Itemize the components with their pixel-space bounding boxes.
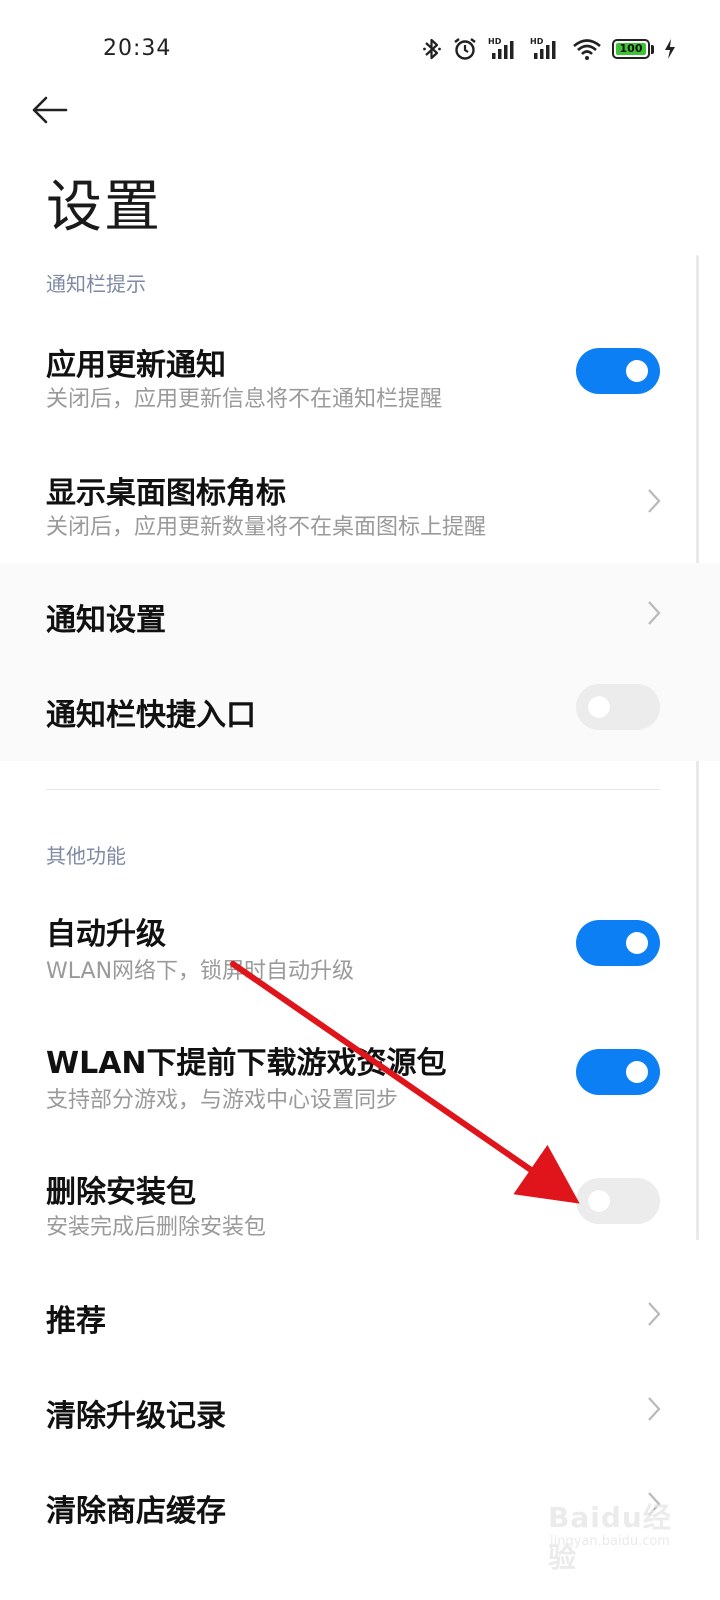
battery-icon: 100 (612, 39, 654, 59)
row-title: 删除安装包 (46, 1175, 196, 1210)
section-header-notification: 通知栏提示 (46, 272, 146, 296)
battery-level: 100 (619, 42, 643, 55)
toggle-auto-upgrade[interactable] (576, 920, 660, 966)
toggle-wlan-predownload[interactable] (576, 1049, 660, 1095)
row-recommend[interactable]: 推荐 (0, 1266, 720, 1361)
status-bar: 20:34 HD HD 100 (0, 0, 720, 96)
row-title: 通知设置 (46, 603, 166, 638)
alarm-icon (452, 36, 478, 62)
row-wlan-predownload[interactable]: WLAN下提前下载游戏资源包 支持部分游戏，与游戏中心设置同步 (0, 1022, 720, 1137)
hd-signal-icon: HD (488, 36, 520, 62)
svg-text:HD: HD (530, 37, 544, 46)
back-button[interactable] (26, 88, 74, 132)
section-divider (46, 789, 660, 790)
svg-text:HD: HD (488, 37, 502, 46)
row-title: 自动升级 (46, 917, 166, 952)
charging-icon (664, 38, 676, 60)
row-title: 应用更新通知 (46, 348, 226, 383)
row-subtitle: 关闭后，应用更新信息将不在通知栏提醒 (46, 387, 443, 412)
section-header-other: 其他功能 (46, 844, 126, 868)
wifi-icon (572, 37, 602, 61)
back-arrow-icon (32, 96, 68, 124)
row-notify-shortcut[interactable]: 通知栏快捷入口 (0, 663, 720, 761)
row-subtitle: WLAN网络下，锁屏时自动升级 (46, 959, 355, 984)
chevron-right-icon (648, 489, 661, 513)
toggle-knob (588, 1190, 610, 1212)
status-time: 20:34 (103, 36, 172, 61)
chevron-right-icon (648, 601, 661, 625)
watermark-url: jingyan.baidu.com (550, 1534, 670, 1549)
toggle-knob (626, 932, 648, 954)
row-auto-upgrade[interactable]: 自动升级 WLAN网络下，锁屏时自动升级 (0, 893, 720, 1008)
row-title: 清除商店缓存 (46, 1494, 226, 1529)
baidu-watermark: Baidu经验 jingyan.baidu.com (540, 1490, 690, 1574)
row-app-update-notify[interactable]: 应用更新通知 关闭后，应用更新信息将不在通知栏提醒 (0, 320, 720, 435)
toggle-delete-package[interactable] (576, 1178, 660, 1224)
page-title: 设置 (46, 175, 162, 240)
hd-signal-icon: HD (530, 36, 562, 62)
row-title: 清除升级记录 (46, 1399, 226, 1434)
row-subtitle: 支持部分游戏，与游戏中心设置同步 (46, 1088, 399, 1113)
row-title: 显示桌面图标角标 (46, 476, 286, 511)
toggle-knob (626, 360, 648, 382)
status-icons: HD HD 100 (422, 34, 676, 64)
chevron-right-icon (648, 1397, 661, 1421)
toggle-knob (626, 1061, 648, 1083)
row-subtitle: 关闭后，应用更新数量将不在桌面图标上提醒 (46, 515, 487, 540)
toggle-notify-shortcut[interactable] (576, 684, 660, 730)
row-notify-settings[interactable]: 通知设置 (0, 563, 720, 663)
row-desktop-badge[interactable]: 显示桌面图标角标 关闭后，应用更新数量将不在桌面图标上提醒 (0, 448, 720, 563)
chevron-right-icon (648, 1302, 661, 1326)
row-title: 通知栏快捷入口 (46, 698, 256, 733)
row-delete-package[interactable]: 删除安装包 安装完成后删除安装包 (0, 1151, 720, 1266)
row-title: 推荐 (46, 1304, 106, 1339)
row-clear-upgrade-records[interactable]: 清除升级记录 (0, 1361, 720, 1456)
toggle-app-update-notify[interactable] (576, 348, 660, 394)
row-title: WLAN下提前下载游戏资源包 (46, 1046, 447, 1081)
toggle-knob (588, 696, 610, 718)
bluetooth-icon (422, 36, 442, 62)
row-subtitle: 安装完成后删除安装包 (46, 1215, 267, 1240)
